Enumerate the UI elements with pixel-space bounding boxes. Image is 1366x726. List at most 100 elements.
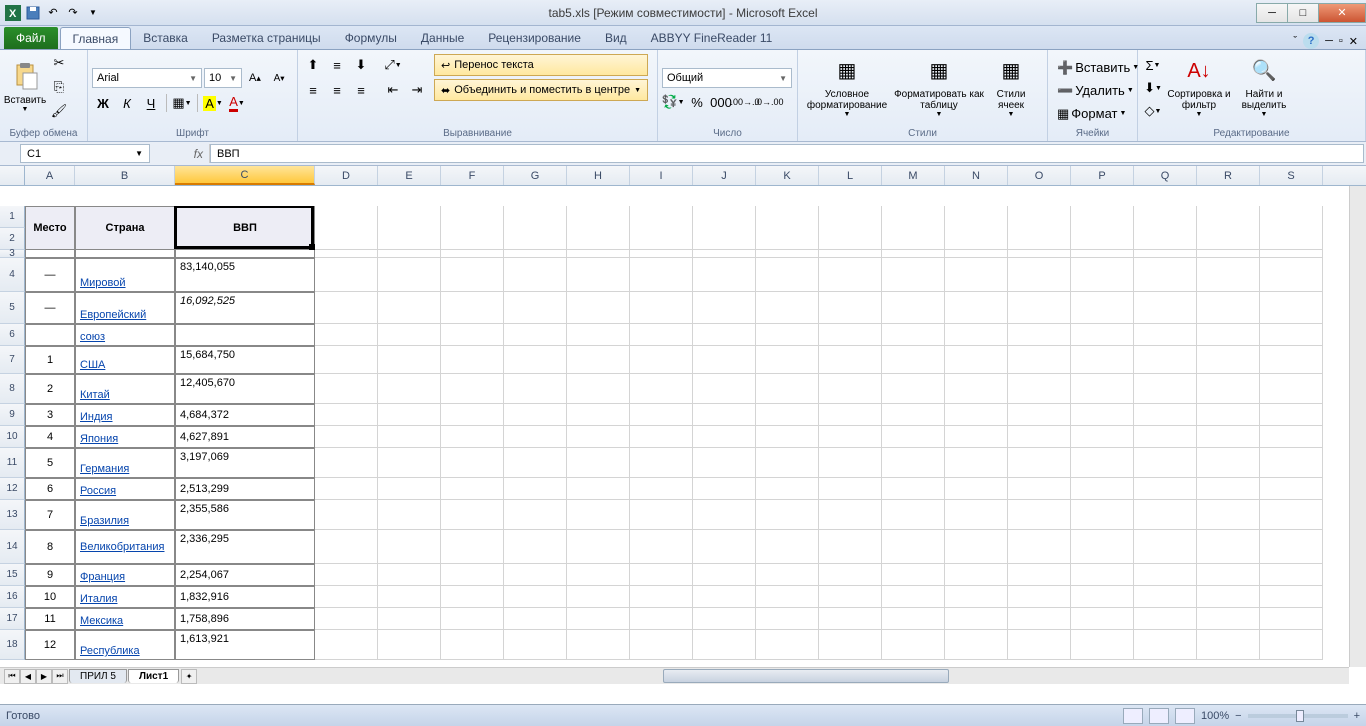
cell-S9[interactable]	[1260, 404, 1323, 426]
orientation-button[interactable]: ⤢▼	[382, 54, 404, 76]
cell-N13[interactable]	[945, 500, 1008, 530]
decrease-indent-button[interactable]: ⇤	[382, 79, 404, 101]
cell-D7[interactable]	[315, 346, 378, 374]
row-header-17[interactable]: 17	[0, 608, 25, 630]
cell-A8[interactable]: 2	[25, 374, 75, 404]
cell-A6[interactable]	[25, 324, 75, 346]
cell-D5[interactable]	[315, 292, 378, 324]
cell-K18[interactable]	[756, 630, 819, 660]
insert-cells-button[interactable]: ➕ Вставить ▼	[1052, 57, 1144, 79]
cell-O7[interactable]	[1008, 346, 1071, 374]
clear-button[interactable]: ◇▼	[1142, 100, 1164, 122]
cell-M14[interactable]	[882, 530, 945, 564]
cell-O17[interactable]	[1008, 608, 1071, 630]
sort-filter-button[interactable]: A↓Сортировка и фильтр▼	[1166, 52, 1232, 122]
cell-C1[interactable]: ВВП	[175, 206, 315, 250]
select-all-corner[interactable]	[0, 166, 25, 185]
cell-B15[interactable]: Франция	[75, 564, 175, 586]
cell-J11[interactable]	[693, 448, 756, 478]
cell-H12[interactable]	[567, 478, 630, 500]
cell-F3[interactable]	[441, 250, 504, 258]
cell-A9[interactable]: 3	[25, 404, 75, 426]
cell-R1[interactable]	[1197, 206, 1260, 250]
cell-O8[interactable]	[1008, 374, 1071, 404]
cell-J1[interactable]	[693, 206, 756, 250]
cell-F4[interactable]	[441, 258, 504, 292]
cell-Q17[interactable]	[1134, 608, 1197, 630]
cell-S11[interactable]	[1260, 448, 1323, 478]
conditional-format-button[interactable]: ▦Условное форматирование▼	[802, 52, 892, 122]
cell-S16[interactable]	[1260, 586, 1323, 608]
cell-K16[interactable]	[756, 586, 819, 608]
cell-L11[interactable]	[819, 448, 882, 478]
cell-M1[interactable]	[882, 206, 945, 250]
cell-Q10[interactable]	[1134, 426, 1197, 448]
cell-I18[interactable]	[630, 630, 693, 660]
zoom-level[interactable]: 100%	[1201, 710, 1229, 722]
cell-E11[interactable]	[378, 448, 441, 478]
cell-K4[interactable]	[756, 258, 819, 292]
normal-view-button[interactable]	[1123, 708, 1143, 724]
cell-B13[interactable]: Бразилия	[75, 500, 175, 530]
cell-B16[interactable]: Италия	[75, 586, 175, 608]
cell-H15[interactable]	[567, 564, 630, 586]
increase-decimal-button[interactable]: .00→.0	[734, 91, 756, 113]
sheet-nav-last[interactable]: ⏭	[52, 669, 68, 684]
cell-B1[interactable]: Страна	[75, 206, 175, 250]
cell-N14[interactable]	[945, 530, 1008, 564]
cell-J3[interactable]	[693, 250, 756, 258]
shrink-font-button[interactable]: A▾	[268, 67, 290, 89]
cell-D16[interactable]	[315, 586, 378, 608]
formula-input[interactable]: ВВП	[210, 144, 1364, 163]
cell-E10[interactable]	[378, 426, 441, 448]
row-header-7[interactable]: 7	[0, 346, 25, 374]
cell-P11[interactable]	[1071, 448, 1134, 478]
cell-O1[interactable]	[1008, 206, 1071, 250]
col-header-O[interactable]: O	[1008, 166, 1071, 185]
cell-I5[interactable]	[630, 292, 693, 324]
cell-O3[interactable]	[1008, 250, 1071, 258]
cell-G9[interactable]	[504, 404, 567, 426]
cell-C11[interactable]: 3,197,069	[175, 448, 315, 478]
cell-P15[interactable]	[1071, 564, 1134, 586]
cell-E15[interactable]	[378, 564, 441, 586]
cell-Q14[interactable]	[1134, 530, 1197, 564]
cell-L9[interactable]	[819, 404, 882, 426]
cell-L14[interactable]	[819, 530, 882, 564]
cell-M4[interactable]	[882, 258, 945, 292]
row-header-3[interactable]: 3	[0, 250, 25, 258]
cell-K5[interactable]	[756, 292, 819, 324]
cell-K6[interactable]	[756, 324, 819, 346]
wrap-text-button[interactable]: ↩Перенос текста	[434, 54, 648, 76]
cell-I12[interactable]	[630, 478, 693, 500]
cell-H3[interactable]	[567, 250, 630, 258]
sheet-nav-next[interactable]: ▶	[36, 669, 52, 684]
cell-F12[interactable]	[441, 478, 504, 500]
row-header-6[interactable]: 6	[0, 324, 25, 346]
cut-button[interactable]: ✂	[48, 52, 70, 74]
cell-P5[interactable]	[1071, 292, 1134, 324]
cell-J13[interactable]	[693, 500, 756, 530]
cell-P16[interactable]	[1071, 586, 1134, 608]
cell-O13[interactable]	[1008, 500, 1071, 530]
cell-K10[interactable]	[756, 426, 819, 448]
cell-A14[interactable]: 8	[25, 530, 75, 564]
sheet-tab-0[interactable]: ПРИЛ 5	[69, 669, 127, 683]
cell-K12[interactable]	[756, 478, 819, 500]
cell-S8[interactable]	[1260, 374, 1323, 404]
paste-button[interactable]: Вставить▼	[4, 52, 46, 122]
cell-B3[interactable]	[75, 250, 175, 258]
qat-dropdown-icon[interactable]: ▼	[84, 4, 102, 22]
cell-R18[interactable]	[1197, 630, 1260, 660]
cell-I1[interactable]	[630, 206, 693, 250]
cell-J15[interactable]	[693, 564, 756, 586]
cell-D15[interactable]	[315, 564, 378, 586]
cell-N18[interactable]	[945, 630, 1008, 660]
cell-D17[interactable]	[315, 608, 378, 630]
cell-I7[interactable]	[630, 346, 693, 374]
cell-Q13[interactable]	[1134, 500, 1197, 530]
cell-Q15[interactable]	[1134, 564, 1197, 586]
name-box[interactable]: C1▼	[20, 144, 150, 163]
cell-N15[interactable]	[945, 564, 1008, 586]
cell-D14[interactable]	[315, 530, 378, 564]
